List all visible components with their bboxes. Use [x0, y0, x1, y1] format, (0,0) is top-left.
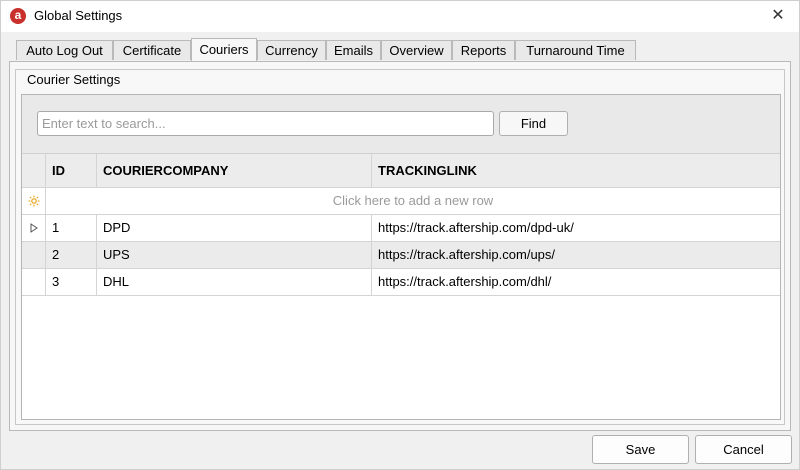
row-indicator [22, 242, 46, 268]
couriers-grid: Find ID COURIERCOMPANY TRACKINGLINK Clic… [21, 94, 781, 420]
column-header-trackinglink[interactable]: TRACKINGLINK [372, 154, 780, 188]
cell-trackinglink[interactable]: https://track.aftership.com/dpd-uk/ [372, 215, 780, 241]
tab-couriers[interactable]: Couriers [191, 38, 257, 61]
cell-trackinglink[interactable]: https://track.aftership.com/ups/ [372, 242, 780, 268]
find-button[interactable]: Find [499, 111, 568, 136]
cell-couriercompany[interactable]: DHL [97, 269, 372, 295]
save-button[interactable]: Save [592, 435, 689, 464]
title-bar: a Global Settings ✕ [1, 1, 799, 32]
find-panel: Find [22, 95, 780, 154]
window-title: Global Settings [34, 8, 123, 23]
column-header-id[interactable]: ID [46, 154, 97, 188]
table-row[interactable]: 1 DPD https://track.aftership.com/dpd-uk… [22, 215, 780, 242]
tab-currency[interactable]: Currency [257, 40, 326, 60]
global-settings-window: a Global Settings ✕ Auto Log Out Certifi… [0, 0, 800, 470]
table-row[interactable]: 3 DHL https://track.aftership.com/dhl/ [22, 269, 780, 296]
tab-overview[interactable]: Overview [381, 40, 452, 60]
tab-certificate[interactable]: Certificate [113, 40, 191, 60]
tab-auto-log-out[interactable]: Auto Log Out [16, 40, 113, 60]
cell-couriercompany[interactable]: UPS [97, 242, 372, 268]
row-indicator [22, 269, 46, 295]
new-row-hint: Click here to add a new row [332, 193, 494, 208]
cell-id[interactable]: 1 [46, 215, 97, 241]
tab-reports[interactable]: Reports [452, 40, 515, 60]
column-header-couriercompany[interactable]: COURIERCOMPANY [97, 154, 372, 188]
cell-trackinglink[interactable]: https://track.aftership.com/dhl/ [372, 269, 780, 295]
group-caption: Courier Settings [27, 72, 121, 87]
cell-couriercompany[interactable]: DPD [97, 215, 372, 241]
search-input[interactable] [37, 111, 494, 136]
tab-emails[interactable]: Emails [326, 40, 381, 60]
cell-id[interactable]: 3 [46, 269, 97, 295]
new-row[interactable]: Click here to add a new row [22, 188, 780, 215]
cell-id[interactable]: 2 [46, 242, 97, 268]
cancel-button[interactable]: Cancel [695, 435, 792, 464]
table-row[interactable]: 2 UPS https://track.aftership.com/ups/ [22, 242, 780, 269]
tab-turnaround-time[interactable]: Turnaround Time [515, 40, 636, 60]
row-indicator-header [22, 154, 46, 188]
close-icon[interactable]: ✕ [763, 4, 793, 28]
app-logo-icon: a [10, 8, 26, 24]
sun-icon [22, 188, 46, 214]
triangle-right-icon [22, 215, 46, 241]
courier-settings-group-header: Courier Settings [15, 69, 785, 89]
